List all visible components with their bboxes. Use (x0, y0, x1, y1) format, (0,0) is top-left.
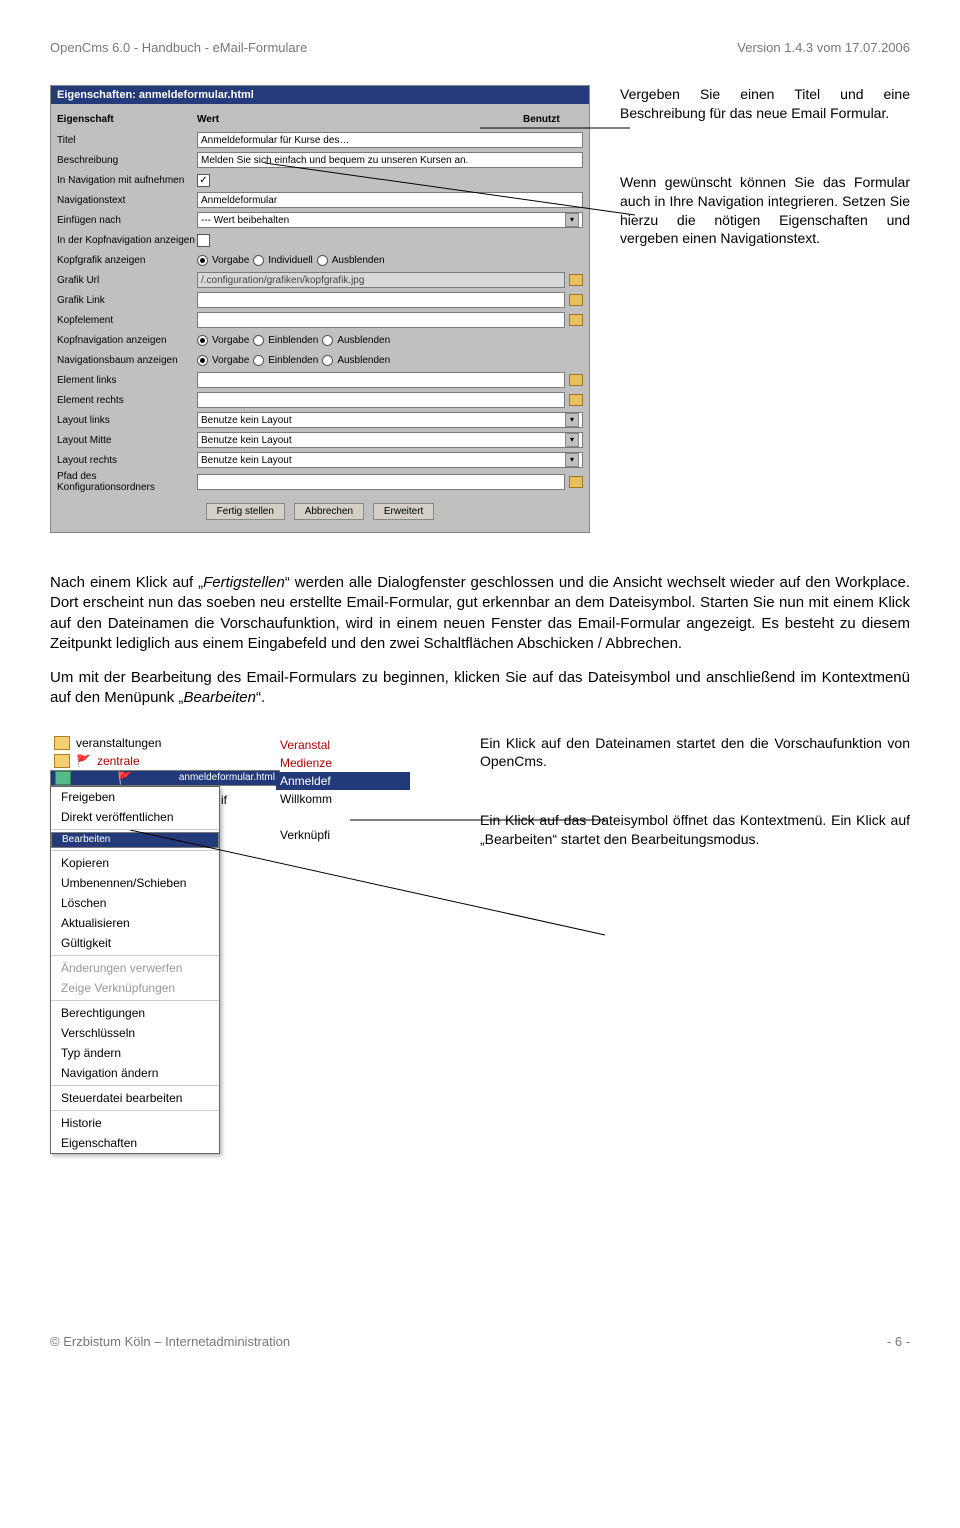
mid-callout-1: Ein Klick auf den Dateinamen startet den… (480, 734, 910, 772)
body-text: Nach einem Klick auf „Fertigstellen“ wer… (50, 573, 910, 709)
navbaum-radio-group[interactable]: Vorgabe Einblenden Ausblenden (197, 355, 390, 366)
chevron-down-icon: ▾ (565, 453, 579, 467)
menu-item-history[interactable]: Historie (51, 1113, 219, 1133)
mid-callout-2: Ein Klick auf das Dateisymbol öffnet das… (480, 811, 910, 849)
grafik-link-input[interactable] (197, 292, 565, 308)
nav-checkbox[interactable]: ✓ (197, 174, 210, 187)
radio-vorgabe[interactable] (197, 255, 208, 266)
menu-item-changenav[interactable]: Navigation ändern (51, 1063, 219, 1083)
callout-1: Vergeben Sie einen Titel und eine Beschr… (620, 85, 910, 123)
folder-icon (54, 754, 70, 768)
menu-item-permissions[interactable]: Berechtigungen (51, 1003, 219, 1023)
header-left: OpenCms 6.0 - Handbuch - eMail-Formulare (50, 40, 307, 55)
list-item[interactable]: veranstaltungen (50, 734, 280, 752)
menu-item-edit[interactable]: Bearbeiten (51, 832, 219, 848)
context-menu: Freigeben Direkt veröffentlichen if Bear… (50, 786, 220, 1154)
layout-mitte-select[interactable]: Benutze kein Layout▾ (197, 432, 583, 448)
list-item[interactable]: 🚩zentrale (50, 752, 280, 770)
kopfgrafik-radio-group[interactable]: Vorgabe Individuell Ausblenden (197, 255, 385, 266)
dialog-titlebar: Eigenschaften: anmeldeformular.html (51, 86, 589, 104)
folder-icon[interactable] (569, 314, 583, 326)
description-input[interactable] (197, 152, 583, 168)
menu-item-copy[interactable]: Kopieren (51, 853, 219, 873)
chevron-down-icon: ▾ (565, 433, 579, 447)
advanced-button[interactable]: Erweitert (373, 503, 434, 520)
layout-rechts-select[interactable]: Benutze kein Layout▾ (197, 452, 583, 468)
menu-item-controlfile[interactable]: Steuerdatei bearbeiten (51, 1088, 219, 1108)
properties-dialog: Eigenschaften: anmeldeformular.html Eige… (50, 85, 590, 533)
menu-item-rename[interactable]: Umbenennen/Schieben (51, 873, 219, 893)
config-path-input[interactable] (197, 474, 565, 490)
page-header: OpenCms 6.0 - Handbuch - eMail-Formulare… (50, 40, 910, 55)
element-rechts-input[interactable] (197, 392, 565, 408)
navtext-input[interactable] (197, 192, 583, 208)
element-links-input[interactable] (197, 372, 565, 388)
dialog-column-header: Eigenschaft Wert Benutzt (57, 110, 583, 129)
folder-icon[interactable] (569, 476, 583, 488)
explorer-list: veranstaltungen 🚩zentrale 🚩anmeldeformul… (50, 734, 280, 786)
callout-2: Wenn gewünscht können Sie das Formular a… (620, 173, 910, 249)
menu-item-links: Zeige Verknüpfungen (51, 978, 219, 998)
lock-icon: 🚩 (117, 771, 132, 785)
form-file-icon (55, 771, 71, 785)
folder-icon[interactable] (569, 374, 583, 386)
menu-item-encrypt[interactable]: Verschlüsseln (51, 1023, 219, 1043)
folder-icon[interactable] (569, 274, 583, 286)
menu-item-publish[interactable]: Direkt veröffentlichen (51, 807, 219, 827)
titles-column: Veranstal Medienze Anmeldef Willkomm Ver… (280, 734, 410, 1154)
menu-item-freigeben[interactable]: Freigeben (51, 787, 219, 807)
kopfelement-input[interactable] (197, 312, 565, 328)
title-input[interactable] (197, 132, 583, 148)
kopfnav-radio-group[interactable]: Vorgabe Einblenden Ausblenden (197, 335, 390, 346)
radio-ausblenden[interactable] (317, 255, 328, 266)
radio-individuell[interactable] (253, 255, 264, 266)
kopfnav-checkbox[interactable] (197, 234, 210, 247)
menu-item-delete[interactable]: Löschen (51, 893, 219, 913)
page-footer: © Erzbistum Köln – Internetadministratio… (50, 1334, 910, 1349)
cancel-button[interactable]: Abbrechen (294, 503, 364, 520)
grafik-url-input[interactable] (197, 272, 565, 288)
chevron-down-icon: ▾ (565, 413, 579, 427)
footer-left: © Erzbistum Köln – Internetadministratio… (50, 1334, 290, 1349)
menu-item-refresh[interactable]: Aktualisieren (51, 913, 219, 933)
menu-item-properties[interactable]: Eigenschaften (51, 1133, 219, 1153)
folder-icon[interactable] (569, 394, 583, 406)
menu-item-discard: Änderungen verwerfen (51, 958, 219, 978)
folder-icon[interactable] (569, 294, 583, 306)
menu-item-changetype[interactable]: Typ ändern (51, 1043, 219, 1063)
folder-icon (54, 736, 70, 750)
list-item-selected[interactable]: 🚩anmeldeformular.html (50, 770, 280, 786)
menu-item-validity[interactable]: Gültigkeit (51, 933, 219, 953)
header-right: Version 1.4.3 vom 17.07.2006 (737, 40, 910, 55)
insert-after-select[interactable]: --- Wert beibehalten▾ (197, 212, 583, 228)
finish-button[interactable]: Fertig stellen (206, 503, 285, 520)
footer-right: - 6 - (887, 1334, 910, 1349)
lock-icon: 🚩 (76, 754, 91, 768)
layout-links-select[interactable]: Benutze kein Layout▾ (197, 412, 583, 428)
chevron-down-icon: ▾ (565, 213, 579, 227)
